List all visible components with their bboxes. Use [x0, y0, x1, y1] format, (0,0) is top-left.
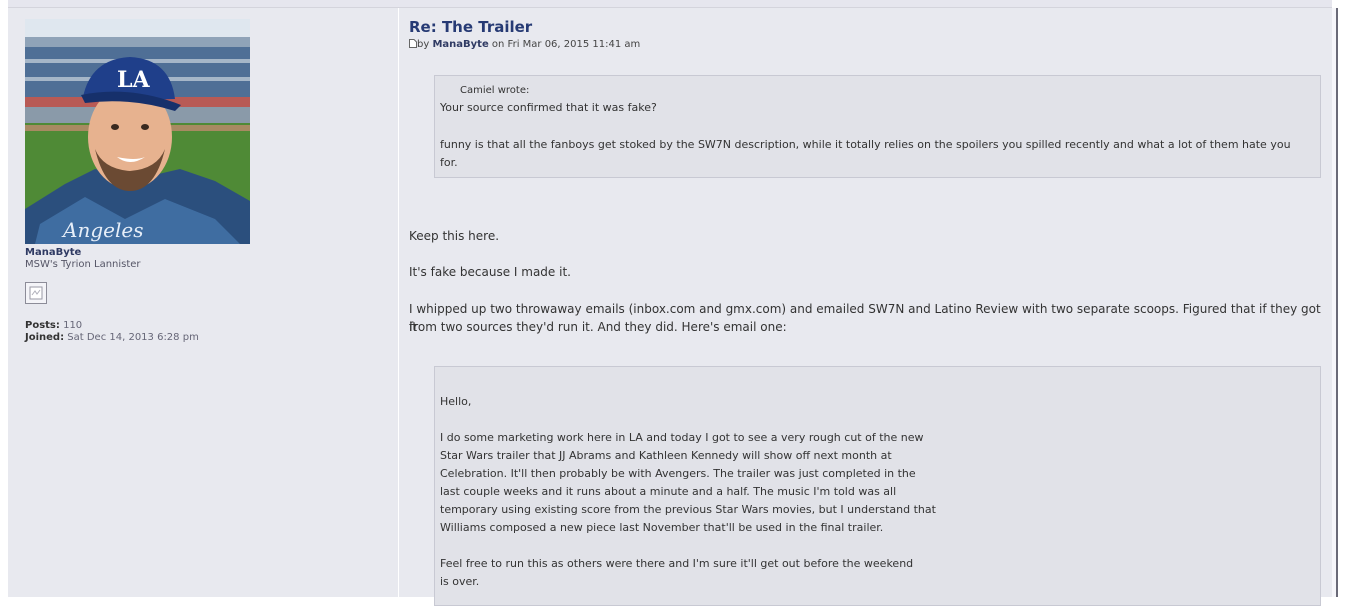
post-title[interactable]: Re: The Trailer [409, 18, 532, 36]
email-text: Feel free to run this as others were the… [440, 557, 914, 570]
post-text: from two sources they'd run it. And they… [409, 320, 787, 334]
code-block: Hello, I do some marketing work here in … [434, 366, 1321, 606]
email-text: I do some marketing work here in LA and … [440, 431, 924, 444]
quote-text: funny is that all the fanboys get stoked… [440, 138, 1291, 151]
meta-prefix: by [417, 39, 430, 50]
author-profile: Angeles LA ManaByte MSW's Tyrion Lannist… [8, 8, 399, 597]
email-text: temporary using existing score from the … [440, 503, 936, 516]
post-meta: by ManaByte on Fri Mar 06, 2015 11:41 am [409, 39, 640, 50]
joined-value: Sat Dec 14, 2013 6:28 pm [67, 332, 199, 343]
svg-text:LA: LA [117, 67, 150, 93]
author-username[interactable]: ManaByte [25, 247, 81, 258]
posts-label: Posts: [25, 320, 60, 331]
author-posts: Posts: 110 [25, 320, 82, 331]
post-text: Keep this here. [409, 229, 500, 243]
meta-date: on Fri Mar 06, 2015 11:41 am [491, 39, 641, 50]
posts-value[interactable]: 110 [63, 320, 82, 331]
email-text: Star Wars trailer that JJ Abrams and Kat… [440, 449, 892, 462]
author-rank: MSW's Tyrion Lannister [25, 259, 141, 270]
email-text: Celebration. It'll then probably be with… [440, 467, 916, 480]
private-message-button[interactable] [25, 282, 47, 304]
quote-text: for. [440, 156, 458, 169]
svg-text:Angeles: Angeles [61, 218, 143, 242]
top-border [8, 0, 1332, 8]
quote-author: Camiel wrote: [460, 85, 530, 96]
avatar[interactable]: Angeles LA [25, 19, 250, 244]
post-icon[interactable] [409, 39, 417, 48]
scrollbar-track[interactable] [1336, 8, 1338, 597]
message-icon [29, 286, 43, 300]
post-text: It's fake because I made it. [409, 265, 571, 279]
email-text: Hello, [440, 395, 472, 408]
quote-text: Your source confirmed that it was fake? [440, 101, 657, 114]
quote-block: Camiel wrote: Your source confirmed that… [434, 75, 1321, 178]
email-text: last couple weeks and it runs about a mi… [440, 485, 897, 498]
meta-username[interactable]: ManaByte [432, 39, 488, 50]
email-text: Williams composed a new piece last Novem… [440, 521, 884, 534]
avatar-photo: Angeles LA [25, 19, 250, 244]
joined-label: Joined: [25, 332, 65, 343]
email-text: is over. [440, 575, 480, 588]
author-joined: Joined: Sat Dec 14, 2013 6:28 pm [25, 332, 199, 343]
